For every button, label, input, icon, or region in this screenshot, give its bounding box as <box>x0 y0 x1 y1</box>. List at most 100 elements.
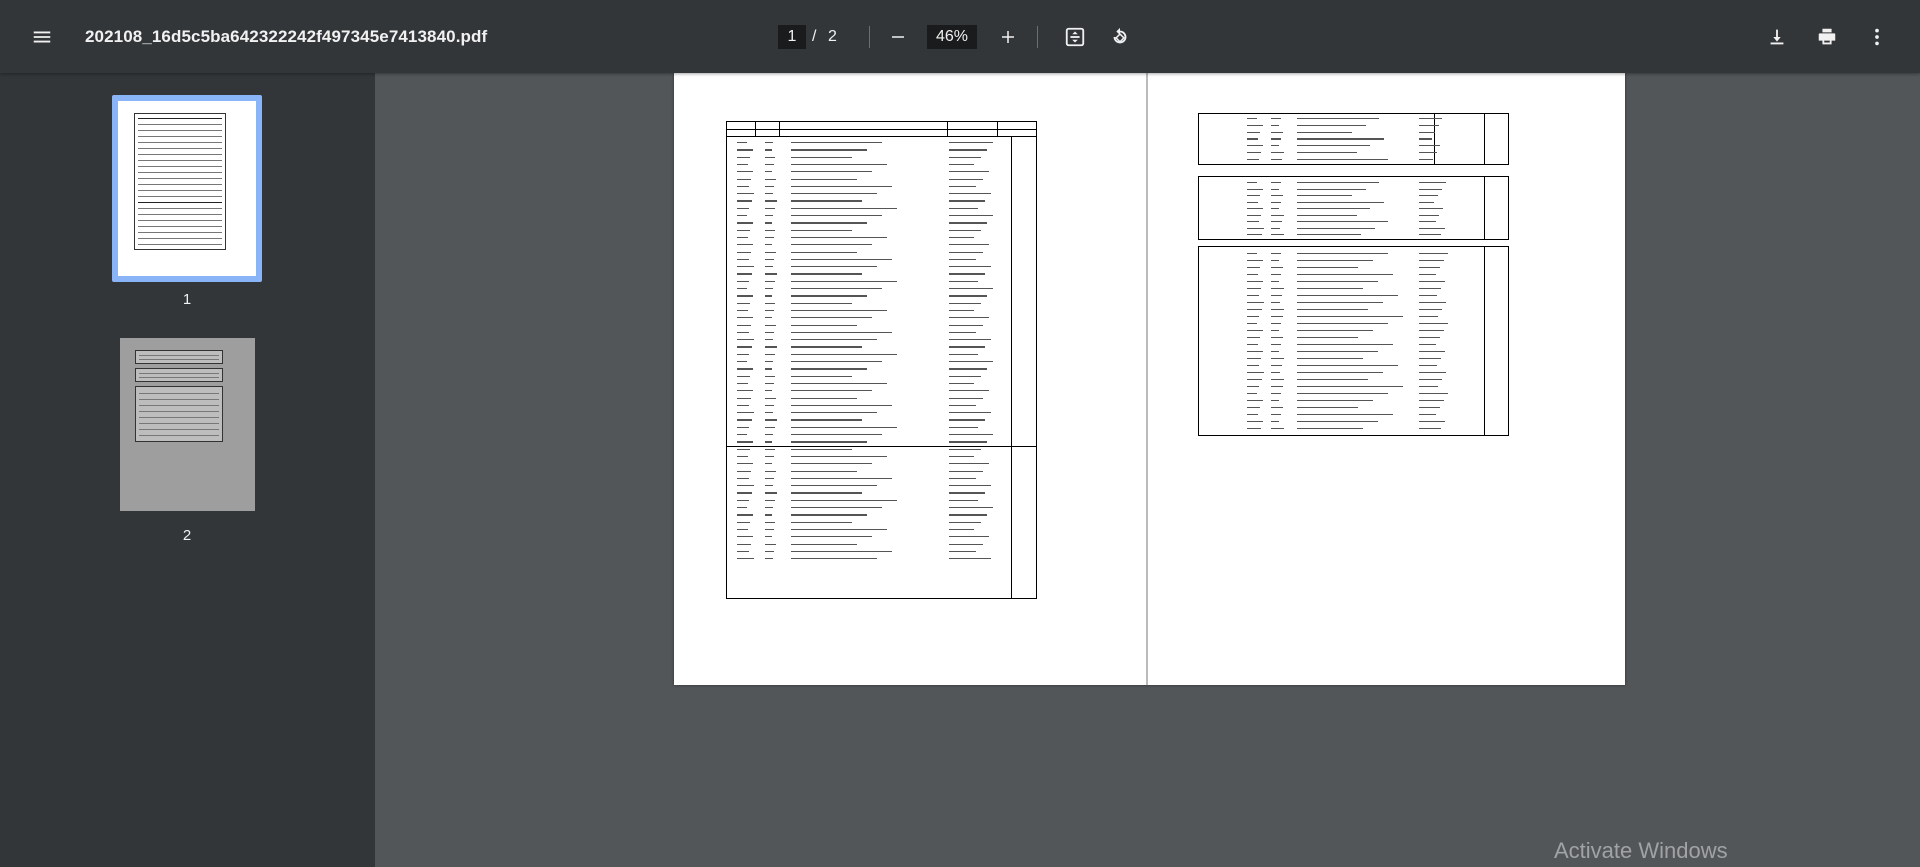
text-line <box>765 317 773 319</box>
document-viewer[interactable] <box>375 73 1920 867</box>
more-options-button[interactable] <box>1857 17 1897 57</box>
text-line <box>1247 214 1261 216</box>
text-line <box>765 258 775 261</box>
rotate-button[interactable] <box>1100 17 1140 57</box>
fit-to-page-button[interactable] <box>1055 17 1095 57</box>
text-line <box>765 178 776 180</box>
zoom-out-button[interactable] <box>878 17 918 57</box>
text-line <box>949 492 985 494</box>
page-thumbnail-1[interactable] <box>112 95 262 282</box>
text-line <box>1419 234 1441 236</box>
text-line <box>1297 288 1363 290</box>
text-line <box>1247 302 1265 304</box>
text-line <box>1271 138 1282 140</box>
text-line <box>1247 267 1261 269</box>
text-line <box>1271 267 1284 269</box>
text-line <box>765 419 777 421</box>
text-line <box>791 244 872 246</box>
zoom-input[interactable]: 46% <box>927 25 977 49</box>
text-line <box>1297 145 1371 147</box>
text-line <box>765 295 772 297</box>
text-line <box>791 368 867 370</box>
text-line <box>1297 260 1373 262</box>
text-line <box>791 528 887 531</box>
page-thumbnail-2[interactable] <box>120 338 255 511</box>
text-line <box>791 236 887 239</box>
text-line <box>949 477 977 480</box>
text-line <box>949 470 983 472</box>
text-line <box>1419 138 1433 140</box>
text-line <box>791 185 892 188</box>
text-line <box>1271 379 1285 381</box>
text-line <box>791 222 867 224</box>
text-line <box>1247 365 1259 367</box>
text-line <box>1419 309 1443 311</box>
toolbar-divider <box>1037 26 1038 48</box>
text-line <box>1247 227 1265 229</box>
text-line <box>791 207 897 209</box>
thumbnail-page-content <box>135 386 223 442</box>
text-line <box>1419 407 1440 409</box>
text-line <box>949 397 983 399</box>
text-line <box>791 280 897 282</box>
menu-icon <box>33 31 51 43</box>
text-line <box>1297 400 1373 402</box>
text-line <box>765 499 775 501</box>
thumbnail-page-content <box>135 368 223 382</box>
text-line <box>1247 407 1261 409</box>
text-line <box>765 361 774 363</box>
text-line <box>765 171 773 173</box>
text-line <box>737 156 751 158</box>
text-line <box>737 463 754 465</box>
text-line <box>949 309 975 312</box>
text-line <box>791 156 852 158</box>
text-line <box>791 273 862 275</box>
download-button[interactable] <box>1757 17 1797 57</box>
text-line <box>765 185 775 188</box>
text-line <box>737 550 749 553</box>
text-line <box>791 193 877 195</box>
text-line <box>1271 358 1284 360</box>
text-line <box>1271 309 1285 311</box>
text-line <box>1247 182 1257 184</box>
text-line <box>765 448 776 450</box>
text-line <box>737 258 749 261</box>
text-line <box>765 149 772 151</box>
text-line <box>765 229 776 231</box>
text-line <box>949 426 979 428</box>
text-line <box>1297 158 1389 161</box>
text-line <box>765 543 776 545</box>
text-line <box>737 397 751 399</box>
text-line <box>765 382 774 385</box>
text-line <box>791 302 852 304</box>
text-line <box>1419 316 1439 318</box>
text-line <box>1271 407 1284 409</box>
text-line <box>1419 421 1446 423</box>
text-line <box>1271 295 1282 297</box>
text-line <box>1247 309 1262 311</box>
page-number-input[interactable]: 1 <box>778 25 806 49</box>
text-line <box>1247 281 1264 283</box>
text-line <box>791 521 852 523</box>
text-line <box>1271 188 1279 190</box>
text-line <box>1297 214 1357 216</box>
text-line <box>765 463 773 465</box>
text-line <box>737 229 751 231</box>
text-line <box>1271 330 1279 332</box>
text-line <box>1247 344 1258 346</box>
menu-button[interactable] <box>22 17 62 57</box>
text-line <box>1297 124 1366 127</box>
zoom-in-button[interactable] <box>988 17 1028 57</box>
text-line <box>1247 138 1258 140</box>
text-line <box>737 317 754 319</box>
zoom-out-icon <box>892 36 904 38</box>
text-line <box>765 309 774 312</box>
text-line <box>765 163 774 166</box>
text-line <box>949 521 981 523</box>
text-line <box>949 229 981 231</box>
text-line <box>737 171 754 173</box>
text-line <box>791 149 867 151</box>
text-line <box>791 178 857 180</box>
print-button[interactable] <box>1807 17 1847 57</box>
text-line <box>765 236 774 239</box>
